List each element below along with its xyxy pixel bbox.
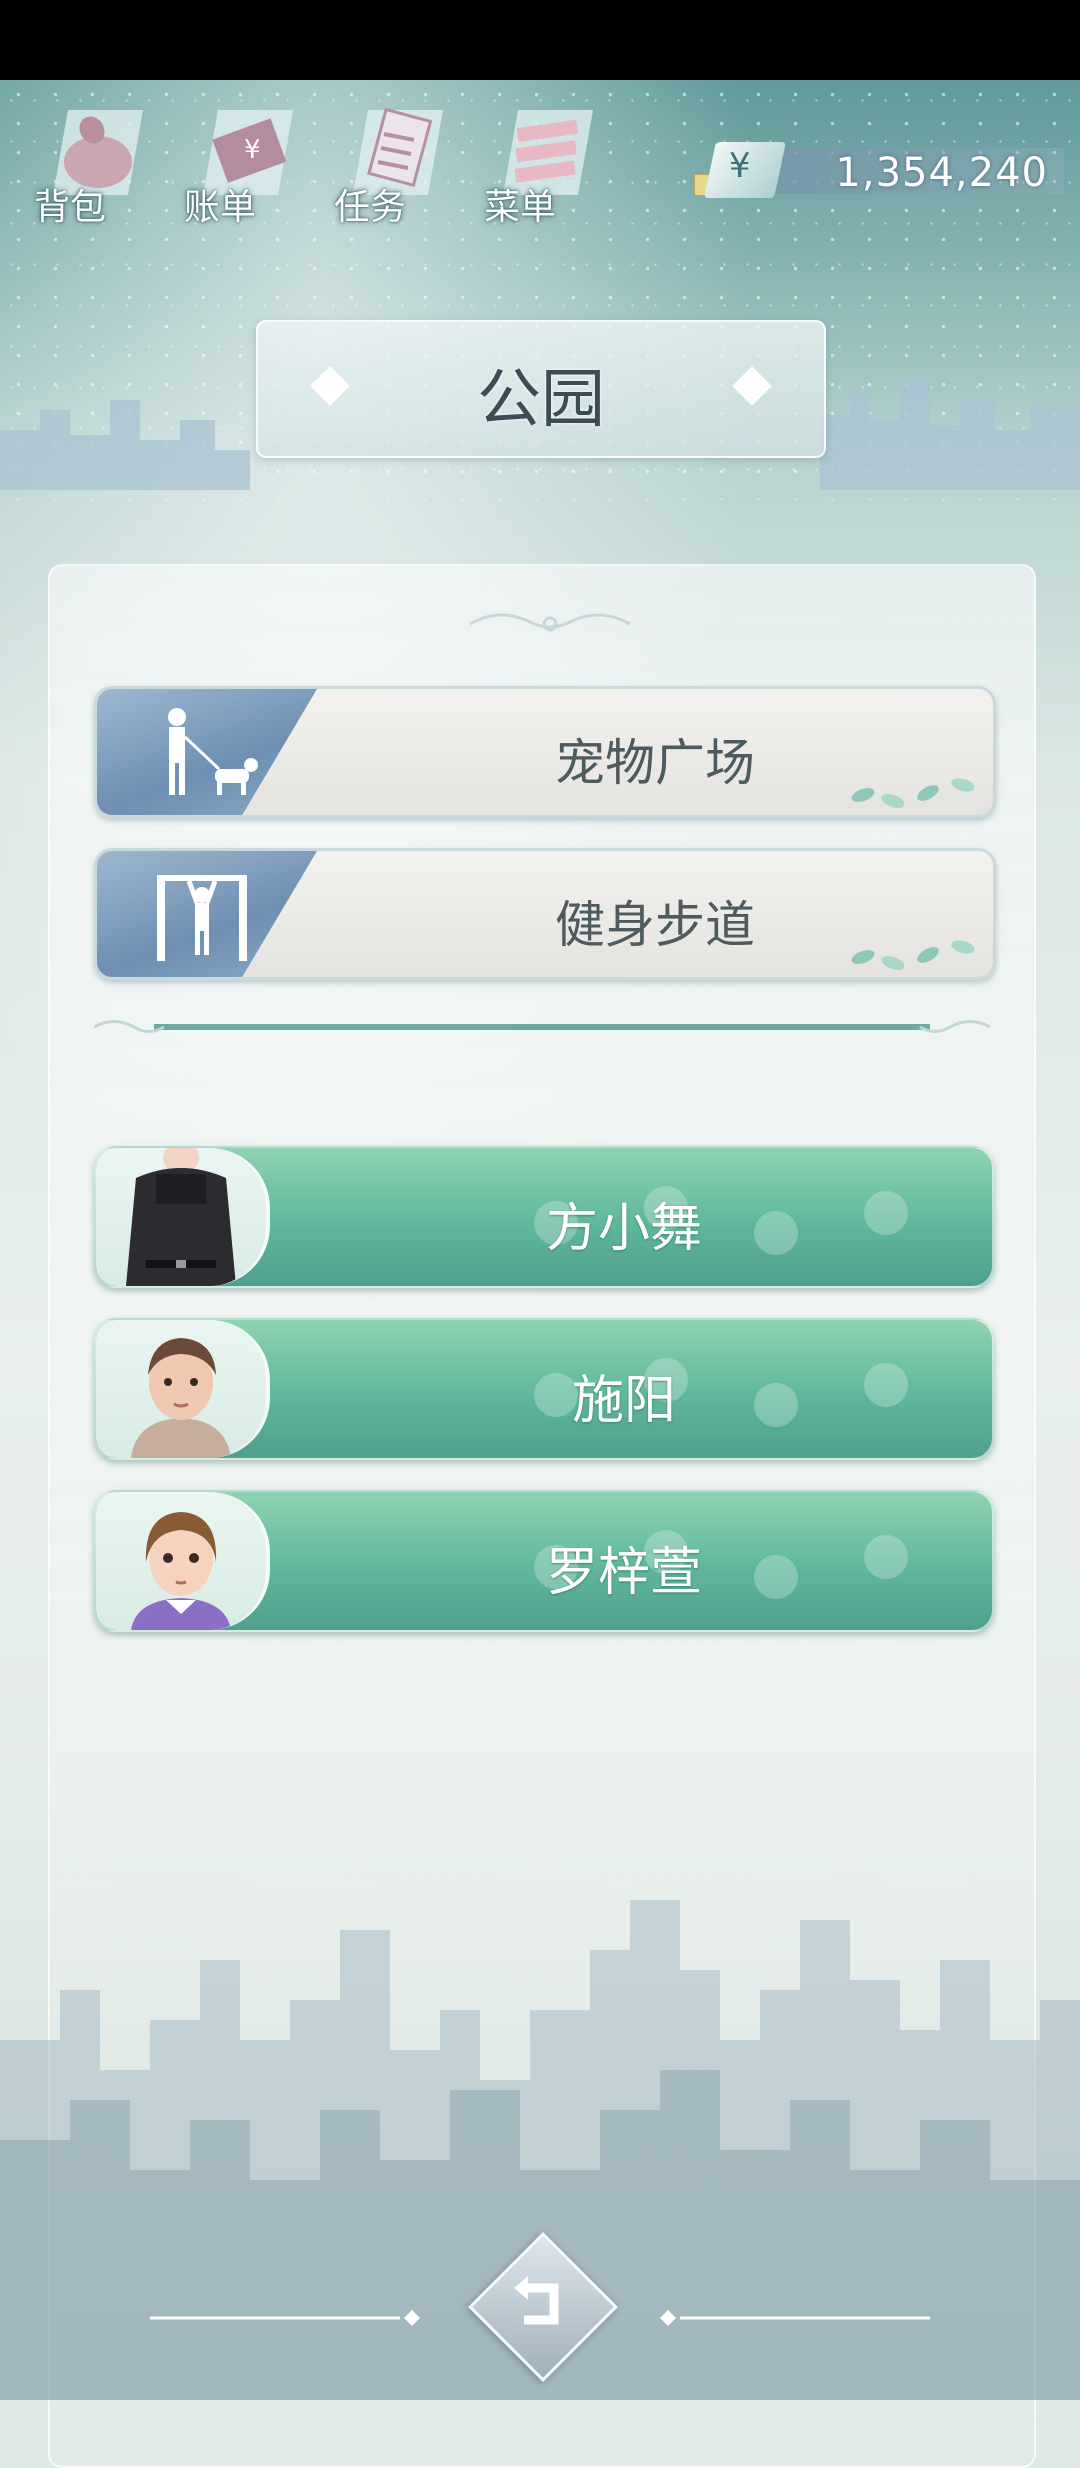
black-outfit-avatar-icon [126, 1148, 236, 1286]
money-display: ¥ 1,354,240 [692, 142, 1064, 198]
character-button-luo-zixuan[interactable]: 罗梓萱 [94, 1490, 994, 1632]
section-divider [94, 1020, 990, 1033]
place-button-fitness-trail[interactable]: 健身步道 [94, 848, 996, 980]
leaf-decor-icon [851, 940, 975, 970]
location-title: 公园 [477, 363, 605, 437]
menu-button[interactable]: 菜单 [470, 90, 610, 240]
dog-walker-icon [168, 708, 258, 795]
pullup-bar-icon [157, 875, 247, 961]
short-hair-avatar-icon [131, 1338, 231, 1458]
svg-text:¥: ¥ [244, 135, 261, 165]
bag-button[interactable]: 背包 [20, 90, 160, 240]
character-button-shi-yang[interactable]: 施阳 [94, 1318, 994, 1460]
purple-collar-avatar-icon [131, 1512, 231, 1630]
character-button-fang-xiaowu[interactable]: 方小舞 [94, 1146, 994, 1288]
bill-button[interactable]: ¥ 账单 [170, 90, 310, 240]
back-decor-right [660, 2310, 930, 2326]
top-toolbar: 背包 ¥ 账单 任务 菜单 [20, 90, 640, 240]
return-arrow-icon [514, 2276, 559, 2325]
back-button[interactable] [464, 2228, 618, 2382]
location-title-box: 公园 [256, 320, 826, 458]
back-decor-left [150, 2310, 420, 2326]
bag-label: 背包 [34, 187, 107, 228]
money-amount: 1,354,240 [835, 150, 1048, 196]
menu-label: 菜单 [484, 187, 557, 228]
character-avatar [96, 1492, 270, 1630]
status-bar [0, 0, 1080, 80]
leaf-decor-icon [851, 778, 975, 808]
character-name: 施阳 [571, 1371, 676, 1431]
character-name: 方小舞 [545, 1199, 702, 1259]
character-avatar [96, 1148, 270, 1286]
scroll-ornament-icon [469, 613, 631, 632]
task-label: 任务 [334, 187, 407, 228]
yen-icon: ¥ [704, 142, 786, 198]
bill-label: 账单 [184, 187, 257, 228]
character-avatar [96, 1320, 270, 1458]
character-name: 罗梓萱 [545, 1543, 702, 1603]
task-button[interactable]: 任务 [320, 90, 460, 240]
place-button-pet-plaza[interactable]: 宠物广场 [94, 686, 996, 818]
